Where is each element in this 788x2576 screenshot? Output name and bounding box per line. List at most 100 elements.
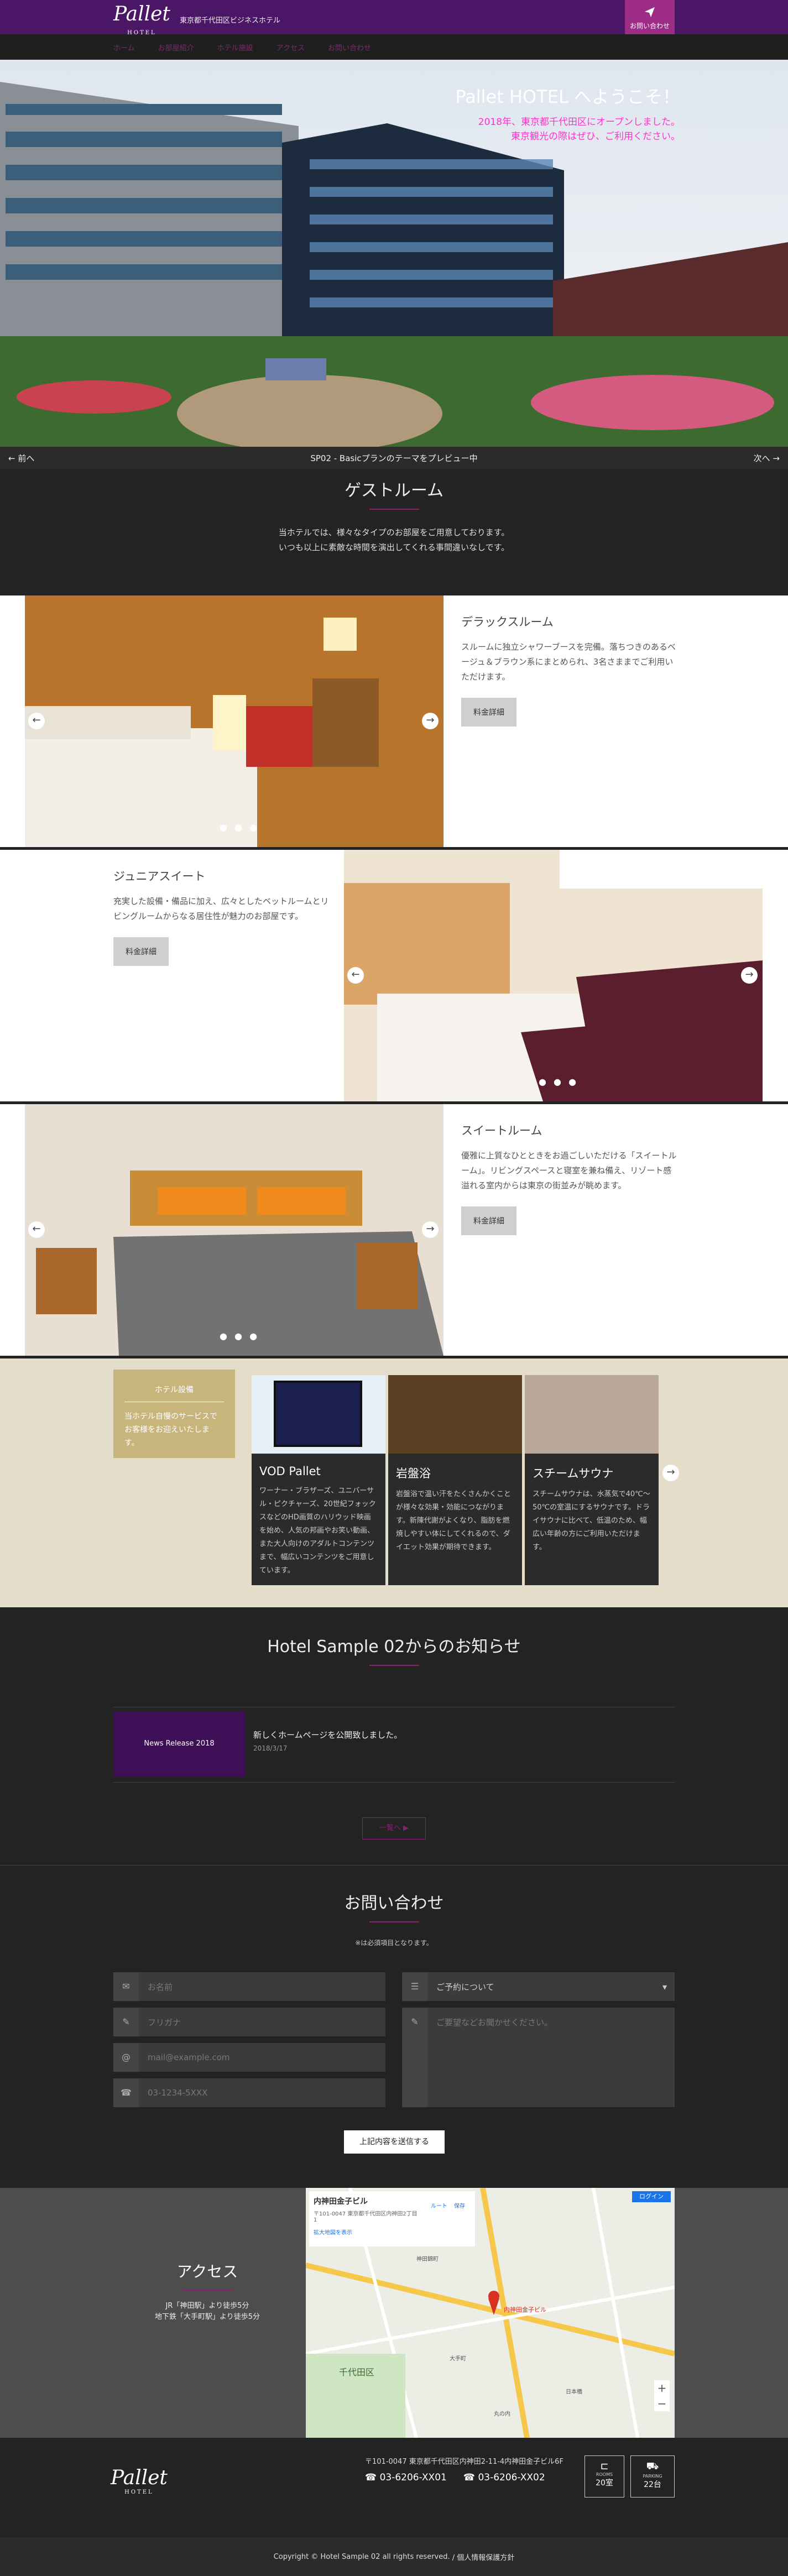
google-map[interactable]: 内神田金子ビル 〒101-0047 東京都千代田区内神田2丁目1 拡大地図を表示… <box>306 2188 675 2438</box>
room-photo: ← → ● ● ● <box>25 1104 443 1356</box>
subject-select[interactable]: ☰ ご予約について ▾ <box>402 1972 675 2001</box>
name-placeholder: お名前 <box>148 1982 173 1992</box>
map-route-button[interactable]: ルート <box>431 2201 447 2209</box>
tel-field[interactable]: ☎ 03-1234-5XXX <box>113 2078 385 2107</box>
access-directions: JR「神田駅」より徒歩5分 地下鉄「大手町駅」より徒歩5分 <box>113 2301 301 2323</box>
price-detail-button[interactable]: 料金詳細 <box>113 937 169 966</box>
room-deluxe: ← → ● ● ● デラックスルーム スルームに独立シャワーブースを完備。落ちつ… <box>0 595 788 850</box>
price-detail-button[interactable]: 料金詳細 <box>461 1206 516 1235</box>
room-name: ジュニアスイート <box>113 870 206 883</box>
user-icon: ✉ <box>113 1972 139 2001</box>
rooms-title: ゲストルーム <box>344 481 444 500</box>
copyright-bar: Copyright © Hotel Sample 02 all rights r… <box>0 2537 788 2576</box>
phone-icon: ☎ <box>113 2078 139 2107</box>
footer-logo-subtext: HOTEL <box>124 2489 154 2495</box>
parking-count: 22台 <box>644 2480 661 2489</box>
facility-name: 岩盤浴 <box>396 1467 431 1480</box>
hero-subtitle-line-2: 東京観光の際はぜひ、ご利用ください。 <box>511 131 680 142</box>
map-label: 神田錦町 <box>416 2256 439 2263</box>
phone-2[interactable]: ☎ 03-6206-XX02 <box>463 2472 545 2483</box>
mail-icon: @ <box>113 2043 139 2072</box>
news-item-title[interactable]: 新しくホームページを公開致しました。 <box>253 1729 402 1741</box>
facility-card-bedrock-bath[interactable]: 岩盤浴 岩盤浴で温い汗をたくさんかくことが様々な効果・効能につながります。新陳代… <box>388 1375 522 1585</box>
rooms-intro-line-1: 当ホテルでは、様々なタイプのお部屋をご用意しております。 <box>278 527 510 537</box>
hero-subtitle-line-1: 2018年、東京都千代田区にオープンしました。 <box>478 117 680 128</box>
room-photo: ← → ● ● ● <box>344 850 763 1101</box>
facility-description: スチームサウナは、水蒸気で40℃〜50℃の室温にするサウナです。ドライサウナに比… <box>533 1490 650 1551</box>
slider-prev-arrow[interactable]: ← <box>347 967 364 984</box>
map-pin-label: 内神田金子ビル <box>504 2306 546 2313</box>
slider-next-arrow[interactable]: → <box>741 967 758 984</box>
pen-icon: ✎ <box>113 2008 139 2036</box>
title-underline <box>182 2290 232 2291</box>
map-larger-link[interactable]: 拡大地図を表示 <box>314 2228 471 2236</box>
privacy-link[interactable]: / 個人情報保護方針 <box>452 2552 515 2562</box>
message-textarea[interactable]: ✎ ご要望などお聞かせください。 <box>402 2008 675 2107</box>
news-more-button[interactable]: 一覧へ ▶ <box>362 1817 426 1840</box>
phone-1-number: 03-6206-XX01 <box>379 2472 447 2483</box>
title-underline <box>369 1665 419 1666</box>
logo-text: Pallet <box>113 3 170 25</box>
site-footer: Pallet HOTEL 〒101-0047 東京都千代田区内神田2-11-4内神… <box>0 2438 788 2537</box>
contact-button[interactable]: お問い合わせ <box>625 0 675 34</box>
slider-next-arrow[interactable]: → <box>422 713 439 729</box>
phone-2-number: 03-6206-XX02 <box>478 2472 545 2483</box>
slider-prev-arrow[interactable]: ← <box>28 713 45 729</box>
map-label: 丸の内 <box>494 2411 510 2417</box>
submit-button[interactable]: 上記内容を送信する <box>344 2130 445 2154</box>
price-detail-button[interactable]: 料金詳細 <box>461 698 516 727</box>
room-description: スルームに独立シャワーブースを完備。落ちつきのあるベージュ＆ブラウン系にまとめら… <box>461 642 676 682</box>
hero-subtitle: 2018年、東京都千代田区にオープンしました。東京観光の際はぜひ、ご利用ください… <box>448 115 680 144</box>
rooms-count-box: ⊏ ROOMS 20室 <box>585 2455 624 2497</box>
car-icon: ⛟ <box>646 2460 659 2472</box>
slider-dots[interactable]: ● ● ● <box>220 822 259 833</box>
rooms-count-label: ROOMS <box>596 2472 613 2477</box>
slider-dots[interactable]: ● ● ● <box>220 1331 259 1341</box>
room-description: 充実した設備・備品に加え、広々としたベットルームとリビングルームからなる居住性が… <box>113 896 329 921</box>
nav-item-home[interactable]: ホーム <box>113 42 135 53</box>
facilities-next-arrow[interactable]: → <box>662 1465 679 1481</box>
access-title: アクセス <box>176 2263 238 2281</box>
facility-card-vod[interactable]: VOD Pallet ワーナー・ブラザーズ、ユニバーサル・ピクチャーズ、20世紀… <box>252 1375 385 1585</box>
parking-count-box: ⛟ PARKING 22台 <box>630 2455 675 2497</box>
nav-item-access[interactable]: アクセス <box>276 42 305 53</box>
phone-1[interactable]: ☎ 03-6206-XX01 <box>365 2472 447 2483</box>
facilities-intro: 当ホテル自慢のサービスでお客様をお迎えいたします。 <box>124 1412 217 1448</box>
rooms-intro-line-2: いつも以上に素敵な時間を演出してくれる事間違いなしです。 <box>278 542 510 552</box>
tel-placeholder: 03-1234-5XXX <box>148 2088 208 2098</box>
footer-phones: ☎ 03-6206-XX01 ☎ 03-6206-XX02 <box>365 2472 545 2483</box>
logo[interactable]: Pallet HOTEL <box>113 4 170 43</box>
contact-section: お問い合わせ ※は必須項目となります。 ✉ お名前 ✎ フリガナ @ mail@exa… <box>0 1867 788 2188</box>
news-item-date: 2018/3/17 <box>253 1744 288 1752</box>
facility-name: VOD Pallet <box>259 1465 321 1478</box>
footer-logo[interactable]: Pallet HOTEL <box>111 2467 168 2495</box>
map-login-button[interactable]: ログイン <box>632 2191 671 2202</box>
preview-text: SP02 - Basicプランのテーマをプレビュー中 <box>310 453 478 463</box>
prev-theme-link[interactable]: ← 前へ <box>8 452 34 464</box>
deluxe-room-illustration <box>25 595 443 847</box>
email-field[interactable]: @ mail@example.com <box>113 2043 385 2072</box>
rooms-count: 20室 <box>596 2479 613 2488</box>
name-field[interactable]: ✉ お名前 <box>113 1972 385 2001</box>
phone-icon: ☎ <box>365 2472 380 2483</box>
theme-preview-bar: ← 前へ SP02 - Basicプランのテーマをプレビュー中 次へ → <box>0 447 788 469</box>
slider-dots[interactable]: ● ● ● <box>539 1077 578 1087</box>
slider-next-arrow[interactable]: → <box>422 1221 439 1238</box>
facility-card-steam-sauna[interactable]: スチームサウナ スチームサウナは、水蒸気で40℃〜50℃の室温にするサウナです。… <box>525 1375 659 1585</box>
room-name: デラックスルーム <box>461 615 554 629</box>
slider-prev-arrow[interactable]: ← <box>28 1221 45 1238</box>
nav-item-facilities[interactable]: ホテル施設 <box>217 42 253 53</box>
access-line-1: JR「神田駅」より徒歩5分 <box>165 2302 249 2310</box>
nav-item-contact[interactable]: お問い合わせ <box>328 42 371 53</box>
map-save-button[interactable]: 保存 <box>454 2201 465 2209</box>
next-theme-link[interactable]: 次へ → <box>754 452 780 464</box>
facility-photo <box>525 1375 659 1454</box>
map-zoom-controls[interactable]: + − <box>654 2380 670 2411</box>
facility-description: ワーナー・ブラザーズ、ユニバーサル・ピクチャーズ、20世紀フォックスなどのHD画… <box>259 1487 376 1575</box>
room-description: 優雅に上質なひとときをお過ごしいただける「スイートルーム」。リビングスペースと寝… <box>461 1151 677 1190</box>
facilities-section: ホテル設備 当ホテル自慢のサービスでお客様をお迎えいたします。 VOD Pall… <box>0 1358 788 1607</box>
nav-item-rooms[interactable]: お部屋紹介 <box>158 42 194 53</box>
kana-field[interactable]: ✎ フリガナ <box>113 2008 385 2036</box>
required-note: ※は必須項目となります。 <box>355 1939 433 1947</box>
map-info-card: 内神田金子ビル 〒101-0047 東京都千代田区内神田2丁目1 拡大地図を表示… <box>309 2191 475 2246</box>
